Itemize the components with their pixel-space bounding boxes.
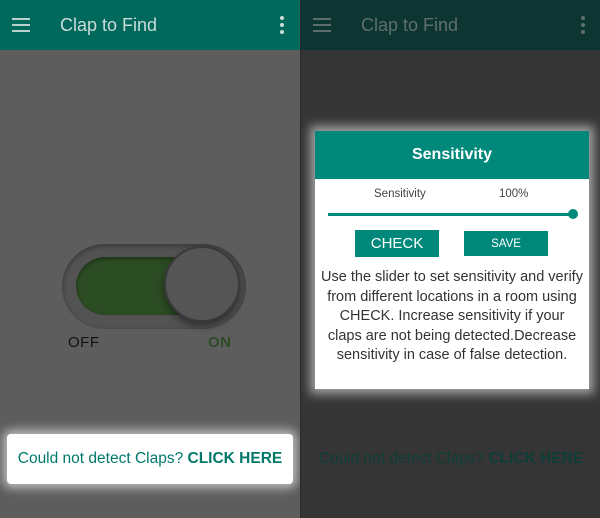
slider-thumb[interactable] <box>568 209 578 219</box>
toggle-on-label: ON <box>208 334 232 351</box>
clap-detection-toggle[interactable] <box>62 244 246 329</box>
slider-value-text: 100% <box>499 188 529 200</box>
app-title: Clap to Find <box>361 14 459 35</box>
sensitivity-screen: Clap to Find Could not detect Claps? CLI… <box>300 0 600 518</box>
slider-label: Sensitivity <box>374 188 426 200</box>
app-bar: Clap to Find <box>0 0 300 50</box>
help-link[interactable]: Could not detect Claps? CLICK HERE <box>7 434 293 484</box>
hamburger-menu-icon[interactable] <box>12 18 30 32</box>
main-screen: Clap to Find OFF ON Could not detect Cla… <box>0 0 300 518</box>
help-link[interactable]: Could not detect Claps? CLICK HERE <box>301 450 600 468</box>
app-bar: Clap to Find <box>301 0 600 50</box>
toggle-off-label: OFF <box>68 334 100 351</box>
more-vertical-icon[interactable] <box>581 16 585 34</box>
check-button[interactable]: CHECK <box>355 230 439 257</box>
save-button[interactable]: SAVE <box>464 231 548 256</box>
app-title: Clap to Find <box>60 14 158 35</box>
dialog-instructions: Use the slider to set sensitivity and ve… <box>321 269 583 363</box>
help-link-prefix: Could not detect Claps? <box>318 450 489 467</box>
sensitivity-slider[interactable] <box>328 209 578 219</box>
help-link-prefix: Could not detect Claps? <box>17 450 188 467</box>
more-vertical-icon[interactable] <box>280 16 284 34</box>
dialog-title: Sensitivity <box>315 131 589 179</box>
click-here-link[interactable]: CLICK HERE <box>188 450 283 468</box>
sensitivity-dialog: Sensitivity Sensitivity 100% CHECK SAVE … <box>315 131 589 389</box>
slider-header: Sensitivity 100% <box>315 179 589 207</box>
hamburger-menu-icon[interactable] <box>313 18 331 32</box>
toggle-thumb[interactable] <box>164 246 240 322</box>
click-here-link[interactable]: CLICK HERE <box>489 450 584 467</box>
